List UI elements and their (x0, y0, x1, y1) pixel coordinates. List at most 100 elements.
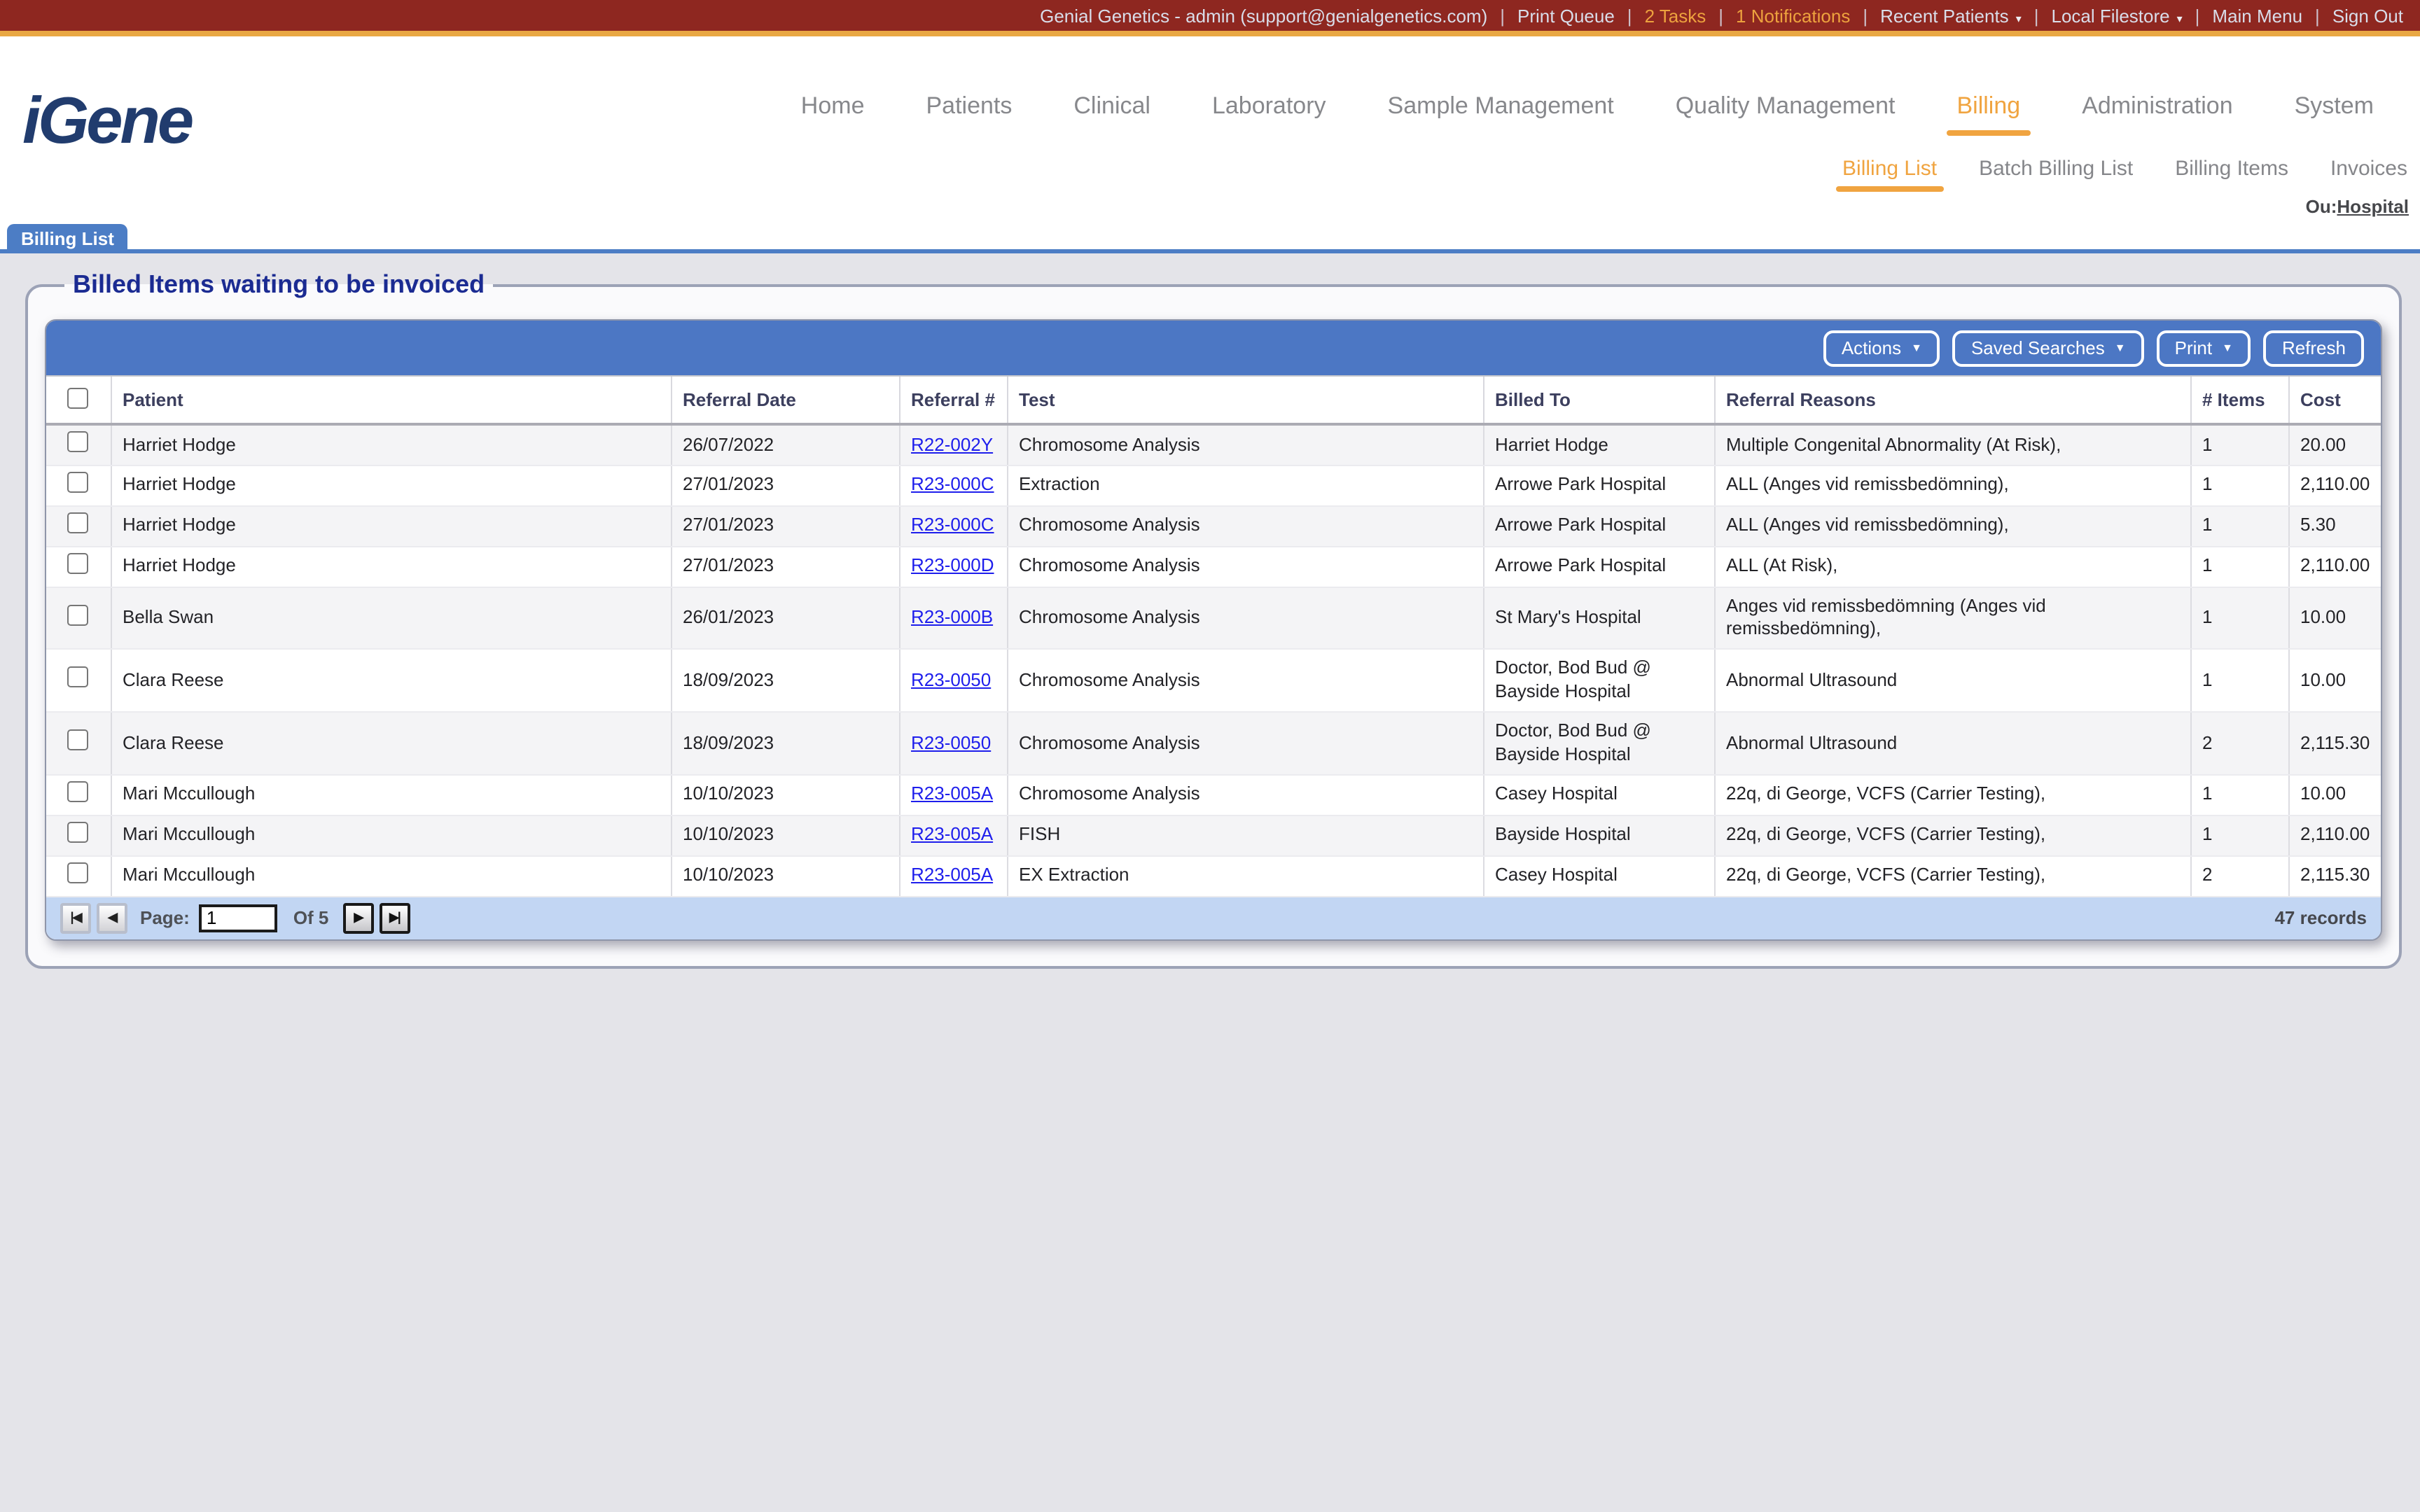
referral-date-cell: 27/01/2023 (671, 505, 900, 547)
billing-panel: Actions ▼ Saved Searches ▼ Print ▼ Refresh Pat… (45, 319, 2382, 941)
select-all-checkbox[interactable] (67, 387, 89, 408)
last-page-button[interactable]: ▶| (379, 902, 410, 934)
app-logo[interactable]: iGene (22, 81, 194, 158)
referral-link[interactable]: R23-005A (911, 864, 993, 885)
billed-to-cell: Arrowe Park Hospital (1483, 505, 1715, 547)
nav-patients[interactable]: Patients (926, 92, 1013, 120)
page-number-input[interactable] (199, 904, 278, 932)
row-checkbox[interactable] (67, 780, 89, 802)
prev-page-button[interactable]: ◀ (97, 902, 127, 934)
table-row: Harriet Hodge 26/07/2022 R22-002Y Chromosom… (46, 424, 2381, 466)
row-checkbox[interactable] (67, 512, 89, 533)
referral-link[interactable]: R23-0050 (911, 669, 991, 690)
table-row: Mari Mccullough 10/10/2023 R23-005A EX Extr… (46, 855, 2381, 897)
referral-reasons-cell: ALL (At Risk), (1714, 546, 2191, 588)
row-checkbox[interactable] (67, 862, 89, 883)
cost-cell: 2,110.00 (2288, 546, 2381, 588)
billed-to-cell: Arrowe Park Hospital (1483, 465, 1715, 507)
referral-link[interactable]: R23-000D (911, 554, 994, 575)
cost-cell: 2,110.00 (2288, 815, 2381, 857)
table-header-row: Patient Referral Date Referral # Test Billed… (46, 377, 2381, 426)
referral-date-cell: 10/10/2023 (671, 855, 900, 897)
row-checkbox[interactable] (67, 471, 89, 493)
row-checkbox[interactable] (67, 431, 89, 452)
items-count-cell: 1 (2190, 505, 2289, 547)
tasks-link[interactable]: 2 Tasks (1645, 5, 1706, 26)
row-checkbox[interactable] (67, 552, 89, 574)
print-queue-link[interactable]: Print Queue (1517, 5, 1615, 26)
billing-table: Patient Referral Date Referral # Test Billed… (46, 377, 2381, 897)
separator: | (2033, 5, 2039, 26)
billed-items-group: Billed Items waiting to be invoiced Acti… (25, 270, 2402, 969)
subnav-batch-billing-list[interactable]: Batch Billing List (1979, 157, 2133, 181)
column-header: Billed To (1483, 377, 1715, 426)
referral-link[interactable]: R23-000C (911, 514, 994, 536)
referral-link[interactable]: R23-005A (911, 824, 993, 845)
billed-to-cell: Doctor, Bod Bud @ Bayside Hospital (1483, 649, 1715, 713)
tab-billing-list[interactable]: Billing List (7, 224, 128, 253)
table-row: Harriet Hodge 27/01/2023 R23-000C Extractio… (46, 465, 2381, 507)
subnav-billing-items[interactable]: Billing Items (2175, 157, 2288, 181)
row-checkbox[interactable] (67, 666, 89, 688)
nav-laboratory[interactable]: Laboratory (1212, 92, 1326, 120)
column-header: Referral Date (671, 377, 900, 426)
notifications-link[interactable]: 1 Notifications (1736, 5, 1850, 26)
nav-sample-management[interactable]: Sample Management (1388, 92, 1614, 120)
actions-button[interactable]: Actions ▼ (1823, 330, 1940, 366)
sign-out-link[interactable]: Sign Out (2332, 5, 2403, 26)
items-count-cell: 1 (2190, 465, 2289, 507)
patient-cell: Mari Mccullough (111, 815, 672, 857)
referral-link[interactable]: R23-0050 (911, 732, 991, 752)
referral-date-cell: 10/10/2023 (671, 815, 900, 857)
cost-cell: 2,115.30 (2288, 855, 2381, 897)
billed-to-cell: Arrowe Park Hospital (1483, 546, 1715, 588)
referral-link[interactable]: R23-000C (911, 474, 994, 495)
table-row: Bella Swan 26/01/2023 R23-000B Chromosome A… (46, 587, 2381, 650)
print-button[interactable]: Print ▼ (2156, 330, 2251, 366)
page-content: Billed Items waiting to be invoiced Acti… (0, 253, 2420, 1512)
cost-cell: 10.00 (2288, 587, 2381, 650)
nav-system[interactable]: System (2295, 92, 2374, 120)
items-count-cell: 1 (2190, 424, 2289, 466)
account-info: Genial Genetics - admin (support@genialg… (1040, 5, 1488, 26)
nav-administration[interactable]: Administration (2082, 92, 2232, 120)
referral-link[interactable]: R23-005A (911, 783, 993, 804)
main-menu-link[interactable]: Main Menu (2212, 5, 2302, 26)
referral-reasons-cell: 22q, di George, VCFS (Carrier Testing), (1714, 815, 2191, 857)
nav-clinical[interactable]: Clinical (1073, 92, 1150, 120)
billed-to-cell: Casey Hospital (1483, 855, 1715, 897)
cost-cell: 10.00 (2288, 774, 2381, 816)
patient-cell: Bella Swan (111, 587, 672, 650)
next-page-button[interactable]: ▶ (342, 902, 374, 934)
nav-home[interactable]: Home (801, 92, 865, 120)
subnav-billing-list[interactable]: Billing List (1835, 157, 1944, 192)
column-header: Referral Reasons (1714, 377, 2191, 426)
row-checkbox-cell (46, 774, 111, 816)
recent-patients-menu[interactable]: Recent Patients ▾ (1880, 5, 2022, 26)
page-header: iGene Home Patients Clinical Laboratory Samp… (0, 36, 2420, 220)
first-page-button[interactable]: |◀ (60, 902, 91, 934)
row-checkbox[interactable] (67, 604, 89, 625)
billed-to-cell: Doctor, Bod Bud @ Bayside Hospital (1483, 712, 1715, 776)
test-cell: Chromosome Analysis (1007, 774, 1484, 816)
referral-date-cell: 10/10/2023 (671, 774, 900, 816)
column-header: Referral # (899, 377, 1008, 426)
referral-link[interactable]: R22-002Y (911, 433, 993, 454)
cost-cell: 2,115.30 (2288, 712, 2381, 776)
billed-to-cell: Harriet Hodge (1483, 424, 1715, 466)
row-checkbox[interactable] (67, 729, 89, 751)
nav-quality-management[interactable]: Quality Management (1676, 92, 1896, 120)
subnav-invoices[interactable]: Invoices (2330, 157, 2407, 181)
local-filestore-menu[interactable]: Local Filestore ▾ (2052, 5, 2183, 26)
topbar: Genial Genetics - admin (support@genialg… (0, 0, 2420, 31)
referral-date-cell: 26/07/2022 (671, 424, 900, 466)
ou-hospital-link[interactable]: Hospital (2337, 196, 2409, 217)
saved-searches-button[interactable]: Saved Searches ▼ (1952, 330, 2144, 366)
row-checkbox[interactable] (67, 821, 89, 843)
patient-cell: Clara Reese (111, 712, 672, 776)
refresh-button[interactable]: Refresh (2263, 330, 2364, 366)
nav-billing[interactable]: Billing (1947, 92, 2031, 136)
items-count-cell: 1 (2190, 546, 2289, 588)
referral-link[interactable]: R23-000B (911, 606, 993, 627)
referral-date-cell: 18/09/2023 (671, 649, 900, 713)
